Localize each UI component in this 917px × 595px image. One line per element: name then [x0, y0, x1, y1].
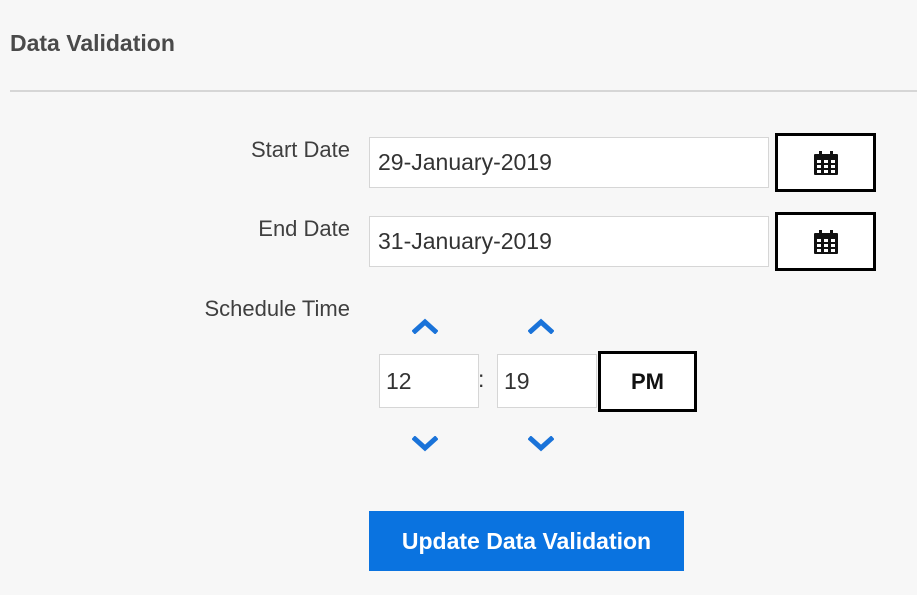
update-data-validation-button[interactable]: Update Data Validation — [369, 511, 684, 571]
minute-decrement-button[interactable] — [526, 433, 556, 455]
minute-input[interactable] — [497, 354, 597, 408]
calendar-icon — [813, 150, 838, 175]
schedule-time-label: Schedule Time — [204, 296, 350, 321]
chevron-down-icon — [412, 436, 438, 452]
chevron-down-icon — [528, 436, 554, 452]
time-separator: : — [478, 366, 485, 392]
start-date-label: Start Date — [250, 137, 350, 162]
hour-increment-button[interactable] — [410, 315, 440, 337]
chevron-up-icon — [528, 318, 554, 334]
header-divider — [10, 90, 917, 92]
page-title: Data Validation — [10, 30, 175, 56]
end-date-calendar-button[interactable] — [775, 212, 876, 271]
end-date-label: End Date — [258, 216, 350, 241]
calendar-icon — [813, 229, 838, 254]
hour-decrement-button[interactable] — [410, 433, 440, 455]
chevron-up-icon — [412, 318, 438, 334]
end-date-input[interactable] — [369, 216, 769, 267]
meridian-toggle-button[interactable]: PM — [598, 351, 697, 412]
start-date-input[interactable] — [369, 137, 769, 188]
data-validation-panel: Data Validation Start Date End Date — [0, 0, 917, 595]
hour-input[interactable] — [379, 354, 479, 408]
minute-increment-button[interactable] — [526, 315, 556, 337]
start-date-calendar-button[interactable] — [775, 133, 876, 192]
